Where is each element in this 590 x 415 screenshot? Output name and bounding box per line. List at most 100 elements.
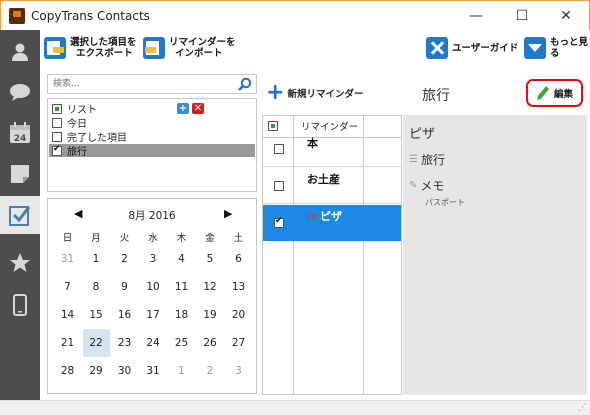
reminder-lists-panel: リスト + ✕ 今日 完了した項目 旅行 [47, 98, 257, 192]
list-item-label: 完了した項目 [67, 133, 127, 144]
list-item-checkbox[interactable] [52, 144, 62, 156]
maximize-button[interactable]: ☐ [499, 1, 545, 31]
search-input[interactable] [48, 75, 228, 93]
detail-list-row: ☰ 旅行 [409, 151, 445, 168]
calendar-prev-icon[interactable]: ◀ [74, 207, 82, 220]
import-button[interactable]: リマインダーを インポート [143, 37, 236, 59]
checkbox-icon [9, 206, 31, 226]
calendar-day[interactable]: 1 [83, 245, 110, 273]
calendar-day[interactable]: 9 [111, 273, 138, 301]
window-title: CopyTrans Contacts [31, 9, 150, 23]
calendar-day[interactable]: 23 [111, 329, 138, 357]
calendar-header: 8月 2016 ◀ ▶ [48, 207, 256, 223]
list-item[interactable]: 完了した項目 [49, 130, 255, 144]
calendar-day[interactable]: 16 [111, 301, 138, 329]
title-bar: CopyTrans Contacts — ☐ ✕ [0, 0, 590, 30]
user-guide-button[interactable]: ユーザーガイド [426, 37, 518, 59]
calendar-day[interactable]: 10 [140, 273, 167, 301]
memo-label: メモ [420, 179, 445, 193]
reminder-checkbox[interactable] [274, 181, 284, 191]
import-icon [143, 37, 165, 59]
list-header[interactable]: リスト + ✕ [49, 102, 255, 116]
star-icon [10, 253, 30, 272]
reminder-checkbox[interactable] [274, 144, 284, 154]
calendar-day[interactable]: 27 [225, 329, 252, 357]
calendar-day[interactable]: 18 [168, 301, 195, 329]
calendar-day[interactable]: 2 [197, 357, 224, 385]
chat-bubble-icon [10, 84, 30, 101]
calendar-day[interactable]: 13 [225, 273, 252, 301]
reminder-checkbox[interactable] [274, 216, 284, 228]
calendar-day[interactable]: 4 [168, 245, 195, 273]
calendar-day[interactable]: 21 [54, 329, 81, 357]
calendar-day[interactable]: 30 [111, 357, 138, 385]
table-row[interactable]: 本 [263, 131, 401, 167]
resize-grip-icon[interactable]: ⋰ [578, 403, 587, 413]
calendar-weekday: 土 [233, 233, 244, 244]
export-icon [44, 37, 66, 59]
calendar-day[interactable]: 31 [54, 245, 81, 273]
list-item[interactable]: 旅行 [49, 144, 255, 158]
calendar-day[interactable]: 2 [111, 245, 138, 273]
more-button[interactable]: もっと見る [524, 37, 590, 59]
calendar-next-icon[interactable]: ▶ [224, 207, 232, 220]
calendar-weekday: 月 [91, 233, 101, 244]
plus-icon: + [266, 80, 285, 105]
calendar-day[interactable]: 19 [197, 301, 224, 329]
sidebar-item-reminders[interactable] [0, 196, 40, 234]
table-row[interactable]: !!!ピザ [263, 205, 401, 241]
calendar-day[interactable]: 29 [83, 357, 110, 385]
calendar-day[interactable]: 25 [168, 329, 195, 357]
pencil-outline-icon: ✎ [409, 180, 418, 191]
more-label: もっと見る [550, 37, 589, 59]
calendar-day[interactable]: 24 [140, 329, 167, 357]
sidebar: 24 [0, 30, 40, 400]
sidebar-item-device[interactable] [0, 286, 40, 324]
calendar-day[interactable]: 26 [197, 329, 224, 357]
memo-text: パスポート [425, 198, 465, 207]
calendar-day[interactable]: 31 [140, 357, 167, 385]
reminder-name: 本 [307, 137, 318, 150]
calendar-day[interactable]: 15 [83, 301, 110, 329]
sidebar-item-contacts[interactable] [0, 33, 40, 71]
list-header-checkbox[interactable] [52, 103, 62, 114]
calendar-day[interactable]: 6 [225, 245, 252, 273]
detail-memo-row: ✎ メモ [409, 177, 444, 194]
person-icon [12, 43, 28, 61]
new-reminder-button[interactable]: + 新規リマインダー [266, 80, 363, 105]
calendar-day[interactable]: 11 [168, 273, 195, 301]
delete-list-icon[interactable]: ✕ [192, 103, 204, 114]
close-button[interactable]: ✕ [543, 1, 589, 31]
select-all-checkbox[interactable] [268, 121, 278, 131]
sidebar-item-messages[interactable] [0, 73, 40, 111]
export-label-line2: エクスポート [76, 48, 133, 59]
list-item-checkbox[interactable] [52, 131, 62, 142]
sidebar-item-notes[interactable] [0, 155, 40, 193]
reminder-table: リマインダー 本 お土産 !!!ピザ [262, 115, 402, 395]
edit-label: 編集 [553, 89, 573, 100]
sidebar-item-calendar[interactable]: 24 [0, 114, 40, 152]
calendar-day[interactable]: 1 [168, 357, 195, 385]
calendar-day[interactable]: 5 [197, 245, 224, 273]
sidebar-item-favorites[interactable] [0, 244, 40, 282]
calendar-day[interactable]: 22 [82, 329, 110, 357]
calendar-day[interactable]: 14 [54, 301, 81, 329]
calendar-day[interactable]: 12 [197, 273, 224, 301]
calendar-day[interactable]: 8 [83, 273, 110, 301]
edit-button[interactable]: 編集 [526, 79, 583, 107]
list-item-checkbox[interactable] [52, 117, 62, 128]
calendar-day[interactable]: 20 [225, 301, 252, 329]
export-button[interactable]: 選択した項目を エクスポート [44, 37, 137, 59]
search-icon[interactable] [238, 77, 252, 94]
table-row[interactable]: お土産 [263, 168, 401, 204]
list-item[interactable]: 今日 [49, 116, 255, 130]
calendar-day[interactable]: 7 [54, 273, 81, 301]
calendar-day[interactable]: 3 [225, 357, 252, 385]
reminder-name: ピザ [319, 210, 342, 223]
calendar-day[interactable]: 28 [54, 357, 81, 385]
add-list-icon[interactable]: + [177, 103, 189, 114]
calendar-day[interactable]: 3 [140, 245, 167, 273]
calendar-day[interactable]: 17 [140, 301, 167, 329]
minimize-button[interactable]: — [453, 1, 499, 31]
calendar-weekday: 金 [205, 233, 215, 244]
